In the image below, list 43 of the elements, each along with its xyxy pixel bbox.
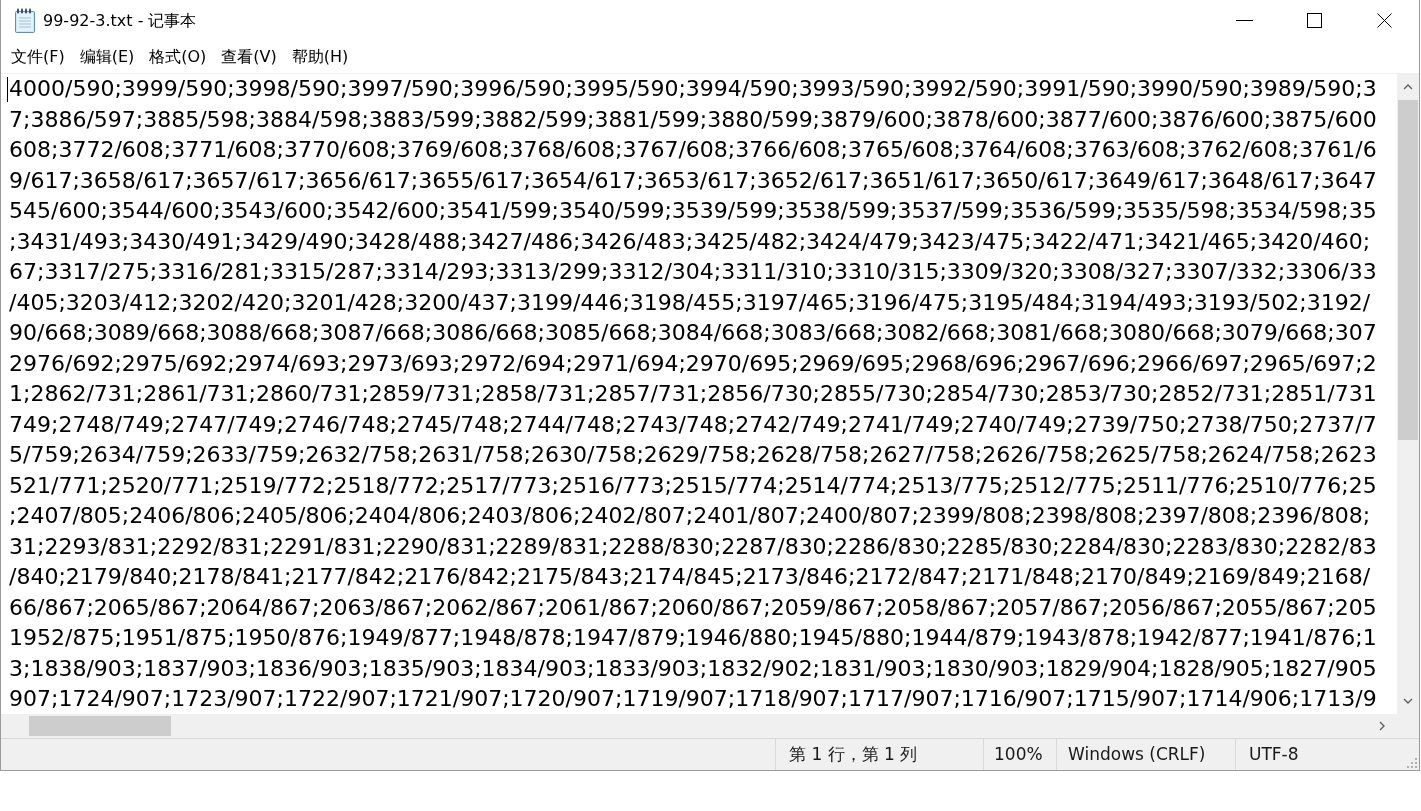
scrollbar-thumb[interactable] [29, 716, 171, 736]
text-line: 67;3317/275;3316/281;3315/287;3314/293;3313/299;3312/304;3311/310;3310/315;3309/320;3308/327;3307/332;3306/33 [9, 258, 1377, 286]
text-line: 1;2862/731;2861/731;2860/731;2859/731;2858/731;2857/731;2856/730;2855/730;2854/730;2853/730;2852/731;2851/731 [9, 380, 1377, 408]
notepad-icon [14, 8, 36, 33]
text-line: 907;1724/907;1723/907;1722/907;1721/907;1720/907;1719/907;1718/907;1717/907;1716/907;1715/907;1714/906;1713/9 [9, 685, 1377, 713]
menu-item[interactable]: 格式(O) [142, 45, 214, 69]
text-line: 9/617;3658/617;3657/617;3656/617;3655/617;3654/617;3653/617;3652/617;3651/617;3650/617;3649/617;3648/617;3647 [9, 166, 1377, 195]
text-line: 5/759;2634/759;2633/759;2632/758;2631/758;2630/758;2629/758;2628/758;2627/758;2626/758;2625/758;2624/758;2623 [9, 441, 1377, 469]
text-line: 749;2748/749;2747/749;2746/748;2745/748;2744/748;2743/748;2742/749;2741/749;2740/749;2739/750;2738/750;2737/7 [9, 410, 1377, 439]
minimize-icon [1235, 20, 1253, 21]
line-ending: Windows (CRLF) [1068, 742, 1206, 766]
text-line: 66/867;2065/867;2064/867;2063/867;2062/867;2061/867;2060/867;2059/867;2058/867;2057/867;2056/867;2055/867;205 [9, 593, 1377, 622]
text-line: /405;3203/412;3202/420;3201/428;3200/437;3199/446;3198/455;3197/465;3196/475;3195/484;3194/493;3193/502;3192/ [9, 288, 1371, 317]
text-line: 4000/590;3999/590;3998/590;3997/590;3996/590;3995/590;3994/590;3993/590;3992/590;3991/590;3990/590;3989/590;3 [9, 75, 1377, 103]
encoding: UTF-8 [1249, 742, 1299, 766]
text-line: ;3431/493;3430/491;3429/490;3428/488;3427/486;3426/483;3425/482;3424/479;3423/475;3422/471;3421/465;3420/460; [9, 227, 1371, 256]
text-line: 521/771;2520/771;2519/772;2518/772;2517/773;2516/773;2515/774;2514/774;2513/775;2512/775;2511/776;2510/776;25 [9, 471, 1377, 500]
chevron-down-icon [1403, 696, 1413, 706]
chevron-up-icon [1403, 82, 1413, 92]
text-line: 608;3772/608;3771/608;3770/608;3769/608;3768/608;3767/608;3766/608;3765/608;3764/608;3763/608;3762/608;3761/6 [9, 136, 1377, 164]
text-line: 90/668;3089/668;3088/668;3087/668;3086/668;3085/668;3084/668;3083/668;3082/668;3081/668;3080/668;3079/668;307 [9, 319, 1377, 347]
text-line: 545/600;3544/600;3543/600;3542/600;3541/599;3540/599;3539/599;3538/599;3537/599;3536/599;3535/598;3534/598;35 [9, 197, 1377, 225]
cursor-position: 第 1 行，第 1 列 [789, 742, 918, 766]
menu-item[interactable]: 帮助(H) [284, 45, 356, 69]
vertical-scrollbar[interactable] [1397, 74, 1419, 714]
window-title: 99-92-3.txt - 记事本 [43, 9, 197, 32]
text-line: ;2407/805;2406/806;2405/806;2404/806;2403/806;2402/807;2401/807;2400/807;2399/808;2398/808;2397/808;2396/808; [9, 502, 1371, 530]
close-icon [1376, 13, 1392, 28]
text-line: 7;3886/597;3885/598;3884/598;3883/599;3882/599;3881/599;3880/599;3879/600;3878/600;3877/600;3876/600;3875/600 [9, 105, 1377, 134]
text-line: 2976/692;2975/692;2974/693;2973/693;2972/694;2971/694;2970/695;2969/695;2968/696;2967/696;2966/697;2965/697;2 [9, 349, 1377, 378]
text-line: 1952/875;1951/875;1950/876;1949/877;1948/878;1947/879;1946/880;1945/880;1944/879;1943/878;1942/877;1941/876;1 [9, 624, 1377, 652]
menu-item[interactable]: 查看(V) [214, 45, 284, 69]
resize-grip-icon[interactable] [1407, 758, 1417, 768]
text-line: /840;2179/840;2178/841;2177/842;2176/842;2175/843;2174/845;2173/846;2172/847;2171/848;2170/849;2169/849;2168/ [9, 563, 1371, 591]
text-line: 31;2293/831;2292/831;2291/831;2290/831;2289/831;2288/830;2287/830;2286/830;2285/830;2284/830;2283/830;2282/83 [9, 532, 1377, 561]
menu-item[interactable]: 文件(F) [4, 45, 72, 69]
menu-item[interactable]: 编辑(E) [72, 45, 142, 69]
text-line: 3;1838/903;1837/903;1836/903;1835/903;1834/903;1833/903;1832/902;1831/903;1830/903;1829/904;1828/905;1827/905 [9, 654, 1377, 683]
maximize-icon [1306, 13, 1322, 28]
zoom-level: 100% [994, 742, 1043, 766]
text-cursor [7, 77, 8, 102]
chevron-right-icon [1377, 721, 1387, 731]
scrollbar-thumb[interactable] [1398, 100, 1418, 440]
